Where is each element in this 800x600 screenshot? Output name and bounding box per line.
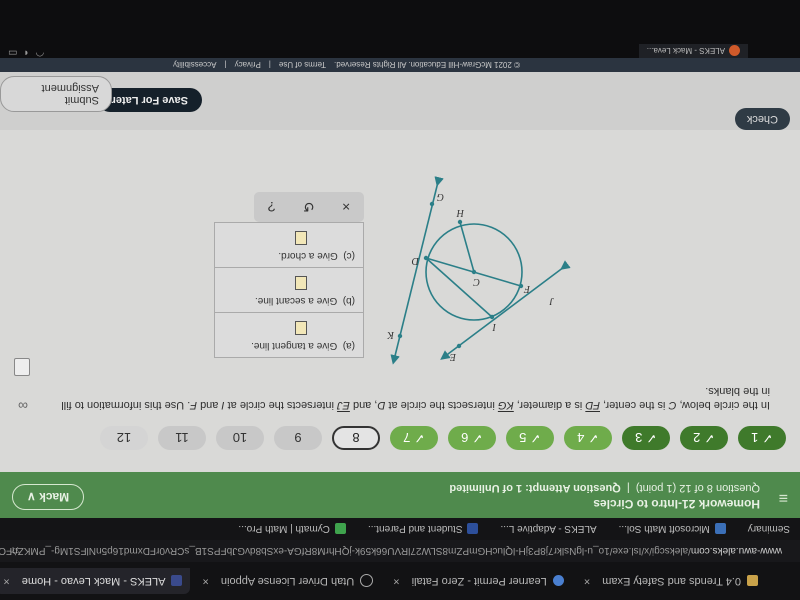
wifi-icon[interactable]: ◠	[36, 47, 45, 58]
submit-assignment-button[interactable]: Submit Assignment	[0, 76, 112, 112]
question-6-button[interactable]: ✓ 6	[448, 426, 496, 450]
action-bar: Check Save For Later Submit Assignment	[0, 72, 800, 130]
check-button[interactable]: Check	[734, 108, 790, 130]
question-navigation: ✓ 1 ✓ 2 ✓ 3 ✓ 4 ✓ 5 ✓ 6 ✓ 7 8 9 10 11 12	[100, 426, 786, 450]
circle-diagram: D C H G F J I E K	[386, 176, 571, 365]
bookmark-cymath[interactable]: Cymath | Math Pro...	[238, 523, 346, 535]
answer-tools: × ↺ ?	[254, 192, 364, 222]
label-j: J	[549, 295, 554, 306]
answer-table: (a) Give a tangent line. (b) Give a seca…	[214, 222, 364, 358]
label-f: F	[523, 283, 531, 294]
taskbar-app-aleks[interactable]: ALEKS - Mack Leva...	[638, 44, 748, 58]
help-icon[interactable]: ?	[268, 199, 276, 215]
clear-icon[interactable]: ×	[342, 199, 350, 215]
chrome-icon	[729, 45, 740, 57]
browser-tab-bar: 0.4 Trends and Safety Exam × Learner Perm…	[0, 562, 800, 600]
answer-row-tangent: (a) Give a tangent line.	[215, 312, 363, 357]
label-i: I	[492, 321, 497, 332]
label-e: E	[450, 351, 457, 362]
address-bar[interactable]: www-awu.aleks.com /alekscgi/x/Isl.exe/1o…	[0, 540, 800, 562]
question-10-button[interactable]: 10	[216, 426, 264, 450]
battery-icon[interactable]: ▭	[8, 47, 17, 58]
accessibility-link[interactable]: Accessibility	[173, 61, 217, 70]
label-c: C	[473, 276, 480, 287]
question-12-button[interactable]: 12	[100, 426, 148, 450]
chevron-down-icon: ∨	[27, 490, 36, 504]
tab-learner-permit[interactable]: Learner Permit - Zero Fatali ×	[385, 568, 572, 594]
tab-utah-license[interactable]: Utah Driver License Appoin ×	[194, 568, 381, 594]
question-4-button[interactable]: ✓ 4	[564, 426, 612, 450]
bookmark-microsoft-math[interactable]: Microsoft Math Sol...	[619, 523, 726, 535]
question-3-button[interactable]: ✓ 3	[622, 426, 670, 450]
sis-icon	[467, 523, 479, 535]
notes-icon[interactable]	[14, 358, 30, 376]
bookmark-aleks[interactable]: ALEKS - Adaptive L...	[500, 524, 596, 535]
doc-icon	[747, 575, 758, 587]
answer-row-chord: (c) Give a chord.	[215, 223, 363, 267]
question-text: In the circle below, C is the center, FD…	[61, 385, 770, 411]
close-tab-icon[interactable]: ×	[202, 575, 208, 587]
cymath-icon	[334, 523, 346, 535]
close-tab-icon[interactable]: ×	[393, 575, 399, 587]
question-5-button[interactable]: ✓ 5	[506, 426, 554, 450]
address-path: /alekscgi/x/Isl.exe/1o_u-lgNslkr7j8P3jH-…	[0, 545, 691, 557]
menu-icon[interactable]: ≡	[779, 488, 788, 506]
tangent-input[interactable]	[295, 321, 307, 335]
chord-di	[425, 257, 493, 318]
assignment-header: ≡ Homework 21-Intro to Circles Question …	[0, 472, 800, 518]
label-k: K	[386, 329, 395, 340]
aleks-icon	[171, 575, 183, 587]
assignment-title: Homework 21-Intro to Circles	[593, 497, 760, 511]
close-tab-icon[interactable]: ×	[3, 575, 9, 587]
system-tray: ◠ ◖ ▭	[8, 47, 44, 58]
volume-icon[interactable]: ◖	[23, 47, 29, 58]
address-host: www-awu.aleks.com	[690, 545, 782, 557]
label-g: G	[437, 191, 444, 202]
bookmarks-bar: Seminary Microsoft Math Sol... ALEKS - A…	[0, 518, 800, 540]
user-menu-button[interactable]: Mack ∨	[12, 484, 85, 510]
terms-link[interactable]: Terms of Use	[279, 61, 326, 70]
question-2-button[interactable]: ✓ 2	[680, 426, 728, 450]
bookmark-student-parent[interactable]: Student and Parent...	[368, 523, 479, 535]
label-d: D	[411, 255, 420, 266]
close-tab-icon[interactable]: ×	[584, 575, 590, 587]
screen: 0.4 Trends and Safety Exam × Learner Perm…	[0, 0, 800, 600]
chord-input[interactable]	[295, 231, 307, 245]
os-taskbar: ALEKS - Mack Leva... ◠ ◖ ▭	[0, 0, 800, 58]
line-kg	[390, 176, 444, 365]
bookmark-star-icon[interactable]: ☆	[10, 544, 21, 558]
save-for-later-button[interactable]: Save For Later	[97, 88, 202, 112]
undo-icon[interactable]: ↺	[303, 199, 315, 216]
privacy-link[interactable]: Privacy	[235, 61, 261, 70]
label-h: H	[456, 207, 465, 218]
infinity-icon: ∞	[18, 398, 28, 414]
copyright-bar: © 2021 McGraw-Hill Education. All Rights…	[0, 58, 800, 72]
answer-row-secant: (b) Give a secant line.	[215, 267, 363, 312]
question-8-button[interactable]: 8	[332, 426, 380, 450]
globe-icon	[552, 575, 564, 587]
tab-trends-safety[interactable]: 0.4 Trends and Safety Exam ×	[576, 568, 766, 594]
search-icon	[360, 574, 374, 588]
secant-input[interactable]	[295, 276, 307, 290]
question-7-button[interactable]: ✓ 7	[390, 426, 438, 450]
question-11-button[interactable]: 11	[158, 426, 206, 450]
question-1-button[interactable]: ✓ 1	[738, 426, 786, 450]
question-9-button[interactable]: 9	[274, 426, 322, 450]
radius-ch	[459, 221, 475, 273]
tab-aleks-home[interactable]: ALEKS - Mack Levao - Home ×	[0, 568, 191, 594]
question-info: Question 8 of 12 (1 point) | Question At…	[449, 482, 760, 494]
bookmark-seminary[interactable]: Seminary	[748, 524, 790, 535]
ms-math-icon	[714, 523, 726, 535]
